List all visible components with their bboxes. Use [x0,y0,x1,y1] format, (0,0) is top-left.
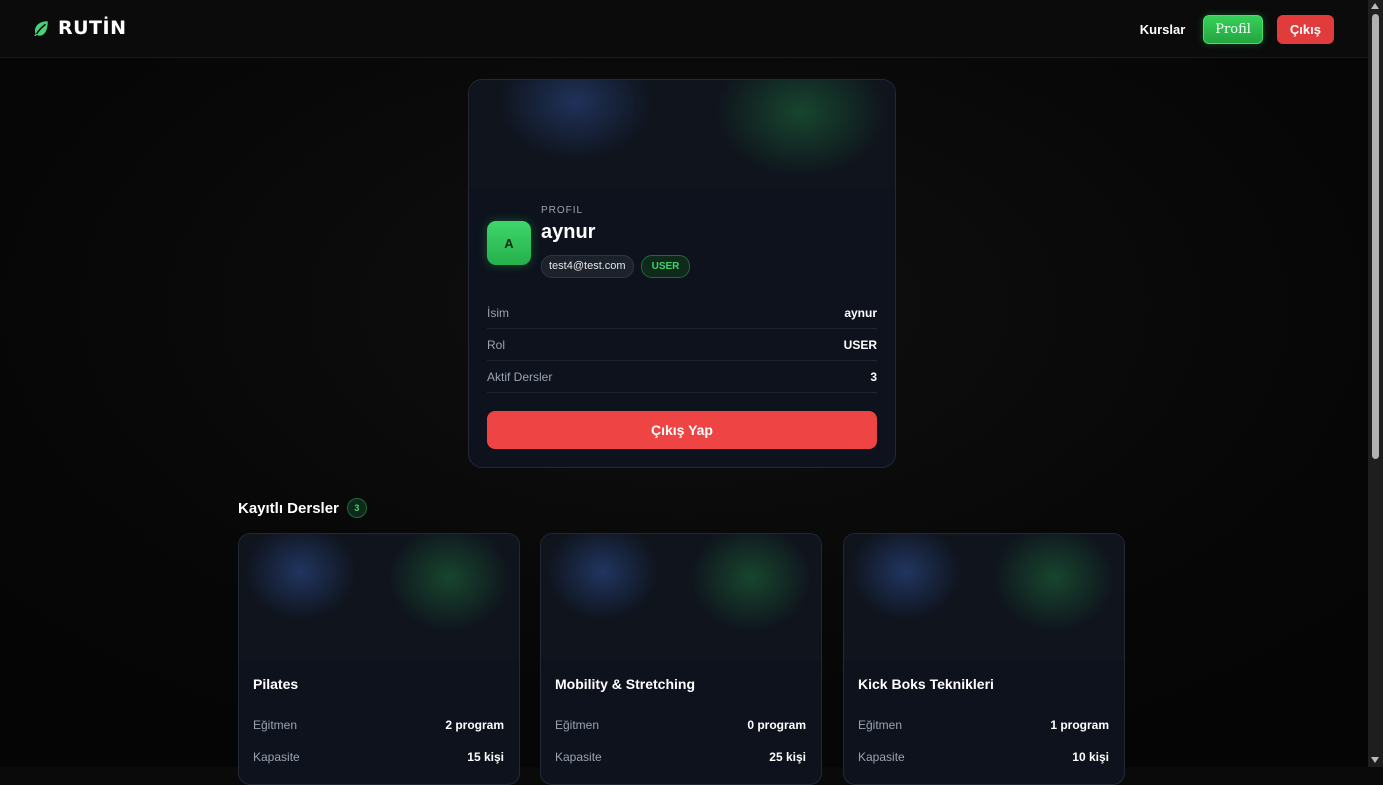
logout-button[interactable]: Çıkış Yap [487,411,877,449]
info-value: 10 kişi [1072,750,1109,764]
info-value: 0 program [747,718,806,732]
profile-name: aynur [541,221,596,243]
nav-actions: Kurslar Profil Çıkış [1140,15,1334,44]
info-value: 25 kişi [769,750,806,764]
enrolled-courses-heading: Kayıtlı Dersler 3 [238,498,367,518]
info-label: Kapasite [555,750,602,764]
profile-button[interactable]: Profil [1203,15,1263,44]
course-title: Mobility & Stretching [555,676,695,692]
info-label: Eğitmen [253,718,298,732]
course-card[interactable]: Mobility & Stretching Eğitmen 0 program … [540,533,822,785]
course-instructor-row: Eğitmen 2 program [253,718,504,732]
info-label: Kapasite [858,750,905,764]
course-capacity-row: Kapasite 10 kişi [858,750,1109,764]
info-label: İsim [487,305,509,320]
info-value: 3 [870,369,877,384]
info-row-name: İsim aynur [487,297,877,329]
course-instructor-row: Eğitmen 0 program [555,718,806,732]
course-banner [239,534,519,659]
brand-logo[interactable]: RUTİN [32,17,127,39]
info-label: Eğitmen [555,718,600,732]
info-label: Aktif Dersler [487,369,553,384]
info-label: Kapasite [253,750,300,764]
course-count-badge: 3 [346,498,367,518]
profile-banner [469,80,895,187]
top-navbar: RUTİN Kurslar Profil Çıkış [0,0,1368,58]
info-label: Rol [487,337,506,352]
profile-chips: test4@test.com USER [541,255,691,278]
scrollbar-thumb[interactable] [1372,14,1379,459]
leaf-icon [34,21,48,37]
info-value: aynur [844,305,877,320]
info-label: Eğitmen [858,718,903,732]
course-capacity-row: Kapasite 25 kişi [555,750,806,764]
profile-eyebrow: PROFIL [541,205,584,216]
email-chip: test4@test.com [541,255,634,278]
avatar: A [487,221,531,265]
nav-logout-button[interactable]: Çıkış [1276,15,1334,44]
course-title: Pilates [253,676,299,692]
nav-courses-link[interactable]: Kurslar [1140,22,1186,37]
course-instructor-row: Eğitmen 1 program [858,718,1109,732]
course-banner [844,534,1124,659]
info-value: 2 program [445,718,504,732]
info-value: 1 program [1050,718,1109,732]
info-value: USER [843,337,877,352]
brand-name: RUTİN [58,17,127,39]
scroll-up-arrow-icon[interactable] [1371,3,1379,9]
course-card[interactable]: Pilates Eğitmen 2 program Kapasite 15 ki… [238,533,520,785]
section-title: Kayıtlı Dersler [238,499,339,517]
scroll-down-arrow-icon[interactable] [1371,757,1379,763]
profile-info-list: İsim aynur Rol USER Aktif Dersler 3 [487,297,877,393]
profile-card: A PROFIL aynur test4@test.com USER İsim … [468,79,896,468]
page-scrollbar[interactable] [1368,0,1383,767]
role-chip: USER [640,255,691,278]
info-value: 15 kişi [467,750,504,764]
info-row-active-courses: Aktif Dersler 3 [487,361,877,393]
info-row-role: Rol USER [487,329,877,361]
course-banner [541,534,821,659]
course-capacity-row: Kapasite 15 kişi [253,750,504,764]
course-card[interactable]: Kick Boks Teknikleri Eğitmen 1 program K… [843,533,1125,785]
course-title: Kick Boks Teknikleri [858,676,994,692]
